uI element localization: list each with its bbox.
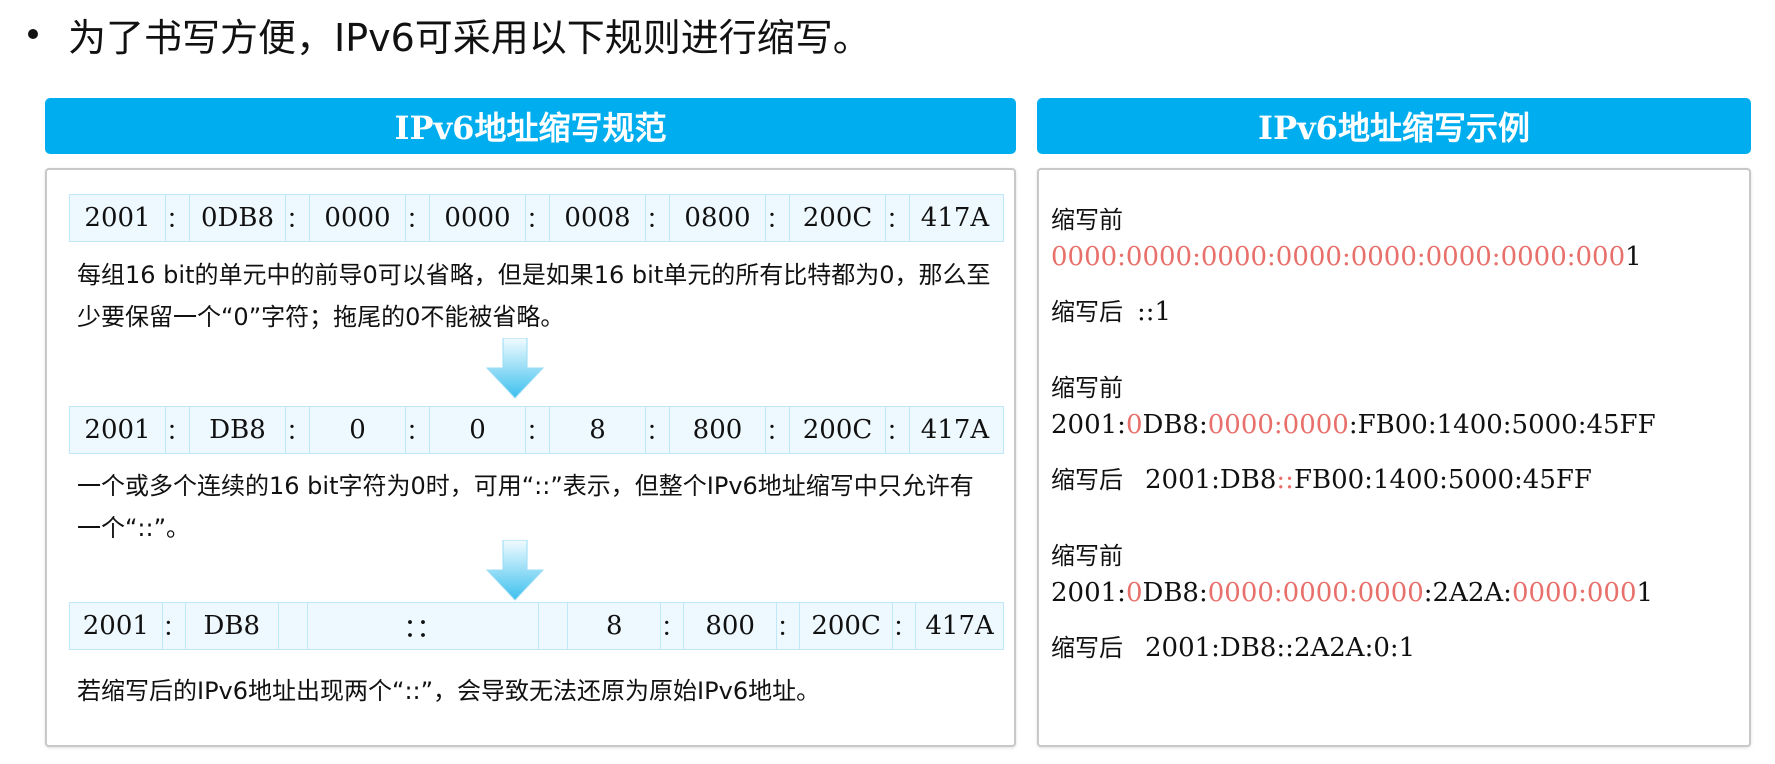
address-segment: :2A2A: (1423, 578, 1512, 608)
address-separator: ： (766, 407, 790, 453)
address-segment: :FB00:1400:5000:45FF (1348, 410, 1656, 440)
address-separator: ： (166, 195, 190, 241)
address-group: 200C (800, 603, 893, 649)
address-blank (279, 603, 308, 649)
address-group: DB8 (190, 407, 286, 453)
address-segment: DB8: (1142, 578, 1208, 608)
address-separator: ： (163, 603, 186, 649)
address-group: 2001 (70, 407, 166, 453)
address-group: 0DB8 (190, 195, 286, 241)
example-after: 缩写后::1 (1051, 292, 1171, 327)
example-before-address: 2001:0DB8:0000:0000:0000:2A2A:0000:0001 (1051, 578, 1653, 608)
address-group: 0800 (670, 195, 766, 241)
example-after-label: 缩写后 (1051, 634, 1123, 662)
address-separator: ： (886, 407, 910, 453)
zero-segment: 0000:0000:0000 (1207, 578, 1424, 608)
left-section-title: IPv6地址缩写规范 (394, 109, 667, 147)
address-segment: 1 (1625, 242, 1642, 272)
down-arrow-icon (485, 338, 545, 399)
address-segment: 2001: (1051, 578, 1126, 608)
address-group: 417A (920, 415, 990, 445)
zero-segment: 0000:000 (1511, 578, 1637, 608)
address-group: 0000 (430, 195, 526, 241)
address-segment: 2001: (1051, 410, 1126, 440)
down-arrow-icon (485, 540, 545, 601)
address-segment: FB00:1400:5000:45FF (1293, 465, 1592, 495)
zero-segment: 0000:0000 (1207, 410, 1349, 440)
double-colon-segment: :: (1276, 465, 1294, 495)
example-after-label: 缩写后 (1051, 298, 1123, 326)
example-after-address: ::1 (1137, 297, 1172, 327)
address-segment: 2001:DB8 (1145, 465, 1277, 495)
address-group: 417A (925, 611, 994, 641)
address-group: 0 (310, 407, 406, 453)
address-separator: ： (526, 407, 550, 453)
examples-panel: 缩写前 0000:0000:0000:0000:0000:0000:0000:0… (1037, 168, 1751, 747)
address-separator: ： (886, 195, 910, 241)
address-separator: ： (766, 195, 790, 241)
rule-description-warning: 若缩写后的IPv6地址出现两个“::”，会导致无法还原为原始IPv6地址。 (77, 677, 821, 705)
address-separator: ： (406, 407, 430, 453)
address-separator: ： (286, 195, 310, 241)
address-group: 0000 (310, 195, 406, 241)
zero-segment: 0 (1125, 578, 1143, 608)
address-separator: ： (166, 407, 190, 453)
rule-description-leading-zero: 每组16 bit的单元中的前导0可以省略，但是如果16 bit单元的所有比特都为… (77, 261, 991, 331)
address-separator: ： (646, 407, 670, 453)
address-row-no-leading-zeros: 2001 ： DB8 ： 0 ： 0 ： 8 ： 800 ： 200C ： 41… (69, 406, 1004, 454)
zero-segment: 0 (1125, 410, 1143, 440)
example-after: 缩写后 2001:DB8::FB00:1400:5000:45FF (1051, 460, 1592, 495)
intro-text: 为了书写方便，IPv6可采用以下规则进行缩写。 (68, 15, 871, 60)
example-before-label: 缩写前 (1051, 374, 1123, 402)
left-section-header: IPv6地址缩写规范 (45, 98, 1016, 154)
address-separator: ： (526, 195, 550, 241)
address-segment: 1 (1636, 578, 1654, 608)
address-separator: ： (646, 195, 670, 241)
example-after: 缩写后 2001:DB8::2A2A:0:1 (1051, 628, 1415, 663)
example-before-label: 缩写前 (1051, 542, 1123, 570)
intro-line: 为了书写方便，IPv6可采用以下规则进行缩写。 (22, 4, 871, 64)
address-group: DB8 (186, 603, 279, 649)
address-separator: ： (286, 407, 310, 453)
address-blank (539, 603, 569, 649)
example-before-label: 缩写前 (1051, 206, 1123, 234)
address-group: 2001 (70, 603, 163, 649)
bullet-icon (28, 29, 38, 39)
rule-description-double-colon: 一个或多个连续的16 bit字符为0时，可用“::”表示，但整个IPv6地址缩写… (77, 472, 974, 542)
address-group: 800 (670, 407, 766, 453)
address-row-full: 2001 ： 0DB8 ： 0000 ： 0000 ： 0008 ： 0800 … (69, 194, 1004, 242)
example-after-label: 缩写后 (1051, 466, 1123, 494)
address-row-compressed: 2001 ： DB8 ：： 8 ： 800 ： 200C ： 417A (69, 602, 1004, 650)
example-after-address: 2001:DB8::2A2A:0:1 (1145, 633, 1416, 663)
address-group: 417A (920, 203, 990, 233)
address-group: 0 (430, 407, 526, 453)
example-after-address: 2001:DB8::FB00:1400:5000:45FF (1145, 465, 1592, 495)
address-group: 200C (790, 195, 886, 241)
rules-panel: 2001 ： 0DB8 ： 0000 ： 0000 ： 0008 ： 0800 … (45, 168, 1016, 747)
address-separator: ： (661, 603, 685, 649)
address-separator: ： (893, 603, 917, 649)
zero-segment: 0000:0000:0000:0000:0000:0000:0000:000 (1051, 242, 1626, 272)
address-double-colon: ：： (308, 603, 540, 649)
address-separator: ： (777, 603, 801, 649)
address-group: 200C (790, 407, 886, 453)
address-group: 800 (684, 603, 778, 649)
address-group: 0008 (550, 195, 646, 241)
address-group: 2001 (70, 195, 166, 241)
right-section-header: IPv6地址缩写示例 (1037, 98, 1751, 154)
example-before-address: 0000:0000:0000:0000:0000:0000:0000:0001 (1051, 242, 1642, 272)
address-group: 8 (550, 407, 646, 453)
address-segment: DB8: (1142, 410, 1208, 440)
address-separator: ： (406, 195, 430, 241)
right-section-title: IPv6地址缩写示例 (1258, 109, 1530, 147)
address-group: 8 (568, 603, 662, 649)
example-before-address: 2001:0DB8:0000:0000:FB00:1400:5000:45FF (1051, 410, 1656, 440)
